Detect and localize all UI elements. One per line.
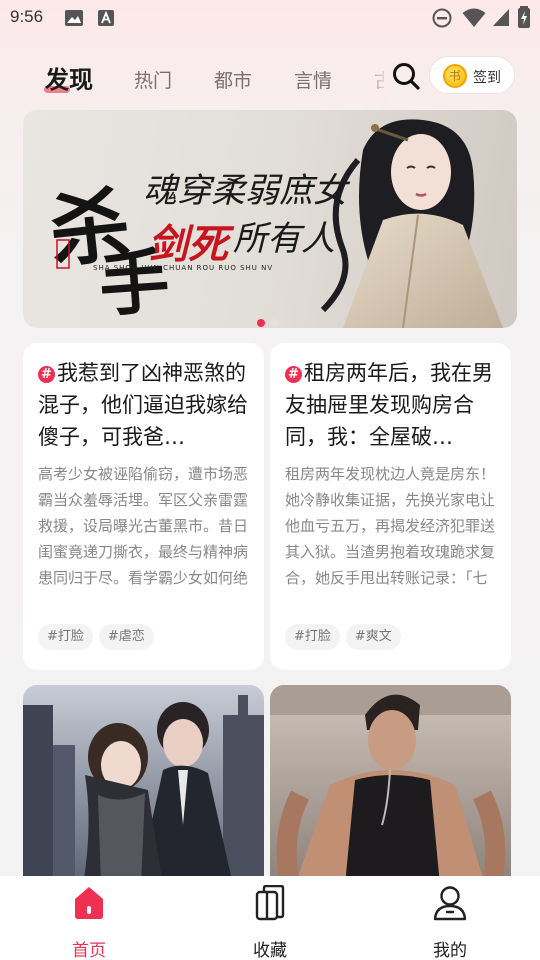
banner-carousel[interactable]: 杀 手 魂穿柔弱庶女 剑死 所有人 SHA SHOU HUN CHUAN ROU… (23, 110, 517, 328)
status-bar: 9:56 (0, 0, 540, 36)
signal-icon (493, 9, 509, 26)
checkin-button[interactable]: 书 签到 (429, 56, 515, 94)
banner-artwork: 杀 手 魂穿柔弱庶女 剑死 所有人 SHA SHOU HUN CHUAN ROU… (45, 119, 503, 328)
story-cover-image (23, 685, 264, 885)
topic-badge-icon: # (285, 366, 302, 383)
banner-pagination (257, 312, 283, 328)
story-title-text: 租房两年后，我在男友抽屉里发现购房合同，我：全屋破… (285, 361, 493, 449)
svg-text:所有人: 所有人 (233, 219, 335, 259)
tag[interactable]: #爽文 (345, 624, 401, 650)
bottom-nav: 首页 收藏 我的 (0, 876, 540, 960)
story-description: 高考少女被诬陷偷窃，遭市场恶霸当众羞辱活埋。军区父亲雷霆救援，设局曝光古董黑市。… (38, 465, 249, 587)
story-title: # 租房两年后，我在男友抽屉里发现购房合同，我：全屋破… (285, 357, 499, 453)
story-description: 租房两年发现枕边人竟是房东！她冷静收集证据，先换光家电让他血亏五万，再揭发经济犯… (285, 465, 496, 587)
home-icon (75, 887, 103, 919)
story-title: # 我惹到了凶神恶煞的混子，他们逼迫我嫁给傻子，可我爸… (38, 357, 252, 453)
topic-badge-icon: # (38, 366, 55, 383)
banner-dot[interactable] (270, 319, 278, 327)
bottom-nav-profile[interactable]: 我的 (405, 884, 495, 960)
top-nav: 发现 热门 都市 言情 古 书 签到 (0, 52, 540, 108)
story-card[interactable]: # 我惹到了凶神恶煞的混子，他们逼迫我嫁给傻子，可我爸… 高考少女被诬陷偷窃，遭市… (23, 343, 264, 670)
bottom-nav-home[interactable]: 首页 (44, 884, 134, 960)
bottom-nav-label: 收藏 (253, 941, 287, 960)
banner-dot-active[interactable] (257, 319, 265, 327)
battery-charging-icon (518, 6, 530, 28)
tag[interactable]: #虐恋 (98, 624, 154, 650)
tag[interactable]: #打脸 (285, 624, 340, 650)
story-title-text: 我惹到了凶神恶煞的混子，他们逼迫我嫁给傻子，可我爸… (38, 361, 248, 449)
profile-icon (433, 886, 467, 921)
checkin-label: 签到 (473, 70, 501, 86)
tab-urban[interactable]: 都市 (214, 66, 252, 93)
svg-text:SHA SHOU HUN CHUAN ROU RUO SHU: SHA SHOU HUN CHUAN ROU RUO SHU NV (93, 264, 273, 272)
do-not-disturb-icon (432, 8, 452, 28)
story-cover-card[interactable] (23, 685, 264, 885)
bookshelf-icon (255, 885, 285, 921)
story-cover-card[interactable] (270, 685, 511, 885)
bottom-nav-bookshelf[interactable]: 收藏 (225, 884, 315, 960)
svg-text:魂穿柔弱庶女: 魂穿柔弱庶女 (143, 171, 351, 211)
tab-hot[interactable]: 热门 (134, 66, 172, 93)
gallery-icon (65, 10, 83, 26)
search-icon[interactable] (390, 60, 422, 92)
tag-list: #打脸 #爽文 (285, 624, 407, 650)
tag-list: #打脸 #虐恋 (38, 624, 160, 650)
tab-romance[interactable]: 言情 (294, 66, 332, 93)
coin-icon: 书 (443, 64, 467, 88)
svg-text:剑死: 剑死 (148, 221, 235, 268)
tag[interactable]: #打脸 (38, 624, 93, 650)
tabs-fade (360, 52, 390, 108)
bottom-nav-label: 我的 (433, 941, 467, 960)
story-cover-image (270, 685, 511, 885)
wifi-icon (462, 8, 486, 27)
story-card[interactable]: # 租房两年后，我在男友抽屉里发现购房合同，我：全屋破… 租房两年发现枕边人竟是房… (270, 343, 511, 670)
tab-discover[interactable]: 发现 (45, 60, 93, 95)
status-time: 9:56 (10, 7, 44, 26)
bottom-nav-label: 首页 (72, 941, 106, 960)
text-notification-icon (98, 10, 114, 26)
